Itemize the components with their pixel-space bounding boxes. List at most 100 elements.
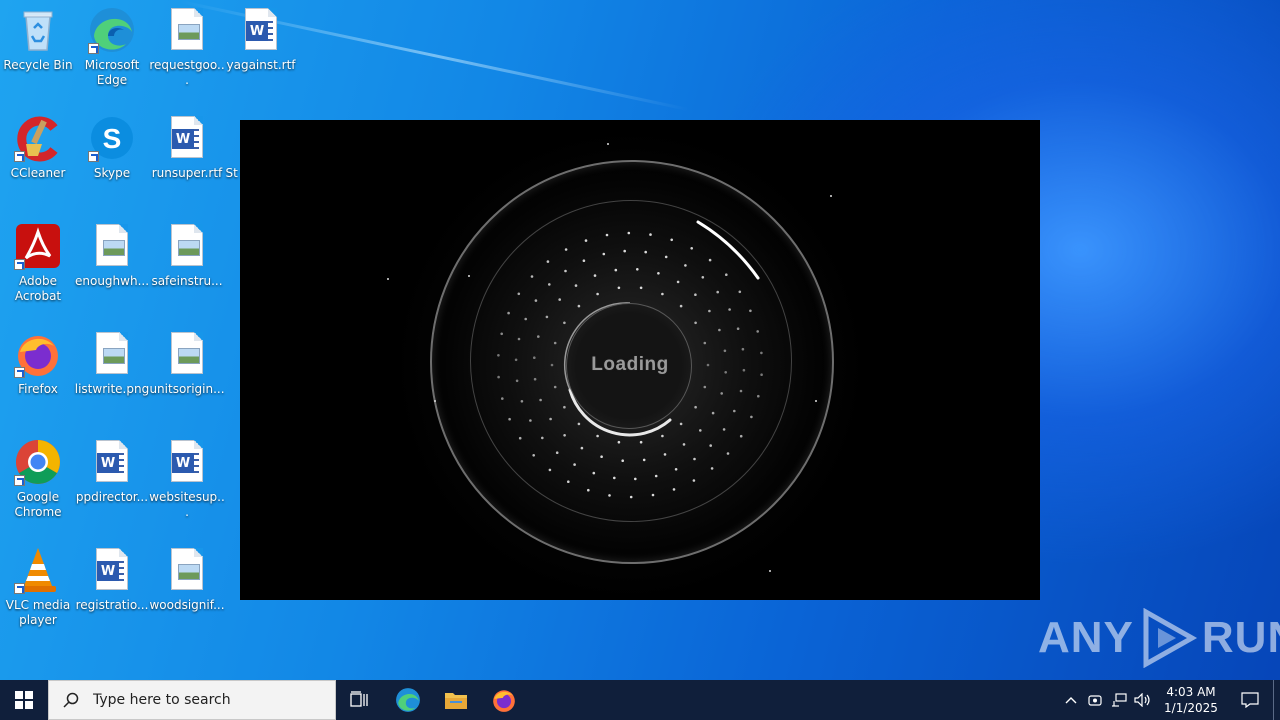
taskbar-firefox-button[interactable]: [480, 680, 528, 720]
network-button[interactable]: [1107, 693, 1131, 707]
ring-dot: [530, 275, 534, 278]
loading-video-window[interactable]: Loading: [240, 120, 1040, 600]
ring-dot: [555, 451, 559, 455]
ring-dot: [617, 286, 621, 290]
desktop-icon-label: unitsorigin...: [149, 382, 225, 396]
file-icon: [223, 114, 240, 162]
desktop-icon-google-chrome[interactable]: Google Chrome: [0, 438, 76, 520]
ring-dot: [708, 258, 712, 262]
shortcut-arrow-icon: [14, 259, 25, 270]
desktop-icon-label: yagainst.rtf: [226, 58, 296, 72]
show-desktop-button[interactable]: [1273, 680, 1280, 720]
ring-dot: [537, 335, 540, 338]
ring-dot: [614, 268, 618, 272]
task-view-icon: [350, 691, 368, 707]
desktop-icon-runsuper[interactable]: W runsuper.rtf: [149, 114, 225, 181]
desktop-icon-partial[interactable]: St: [223, 114, 240, 181]
desktop-icon-label: St: [225, 166, 238, 180]
ring-dot: [720, 392, 723, 395]
desktop-icon-skype[interactable]: S Skype: [74, 114, 150, 181]
ring-dot: [728, 308, 731, 311]
ring-dot: [596, 434, 599, 438]
star-particle: [434, 400, 436, 402]
ring-dot: [600, 455, 603, 459]
desktop-icon-websitesup[interactable]: W websitesup...: [149, 438, 225, 520]
desktop-icon-unitsorigin[interactable]: unitsorigin...: [149, 330, 225, 397]
desktop-icon-ccleaner[interactable]: CCleaner: [0, 114, 76, 181]
desktop-icon-label: requestgoo...: [149, 58, 225, 87]
ring-dot: [548, 468, 552, 472]
desktop-icon-label: Adobe Acrobat: [14, 274, 62, 303]
shortcut-arrow-icon: [14, 475, 25, 486]
desktop-icon-adobe-acrobat[interactable]: Adobe Acrobat: [0, 222, 76, 304]
ring-dot: [564, 248, 568, 251]
start-button[interactable]: [0, 680, 48, 720]
ring-dot: [501, 397, 504, 400]
search-input[interactable]: [91, 691, 325, 709]
action-center-button[interactable]: [1227, 680, 1273, 720]
notification-icon: [1241, 692, 1259, 708]
folder-icon: [445, 693, 467, 709]
ring-dot: [716, 290, 719, 294]
ring-dot: [723, 349, 727, 353]
taskbar-clock[interactable]: 4:03 AM 1/1/2025: [1155, 684, 1227, 716]
desktop-icon-label: websitesup...: [149, 490, 225, 519]
ring-dot: [508, 417, 511, 421]
network-icon: [1112, 693, 1127, 707]
desktop-icon-label: registratio...: [75, 598, 149, 612]
desktop-icon-enoughwh[interactable]: enoughwh...: [74, 222, 150, 289]
image-file-icon: [163, 222, 211, 270]
ring-dot: [634, 477, 637, 481]
desktop-icon-microsoft-edge[interactable]: Microsoft Edge: [74, 6, 150, 88]
ring-dot: [497, 375, 500, 379]
ring-dot: [693, 457, 696, 461]
ring-dot: [708, 309, 711, 313]
ring-dot: [760, 351, 763, 355]
word-document-icon: W: [163, 438, 211, 486]
desktop-icon-registratio[interactable]: W registratio...: [74, 546, 150, 613]
ring-dot: [703, 341, 707, 345]
ring-dot: [663, 453, 667, 456]
desktop-icon-ppdirector[interactable]: W ppdirector...: [74, 438, 150, 505]
volume-button[interactable]: [1131, 693, 1155, 707]
task-view-button[interactable]: [336, 680, 384, 720]
ring-dot: [710, 467, 714, 470]
ring-dot: [690, 247, 693, 250]
shortcut-arrow-icon: [88, 43, 99, 54]
clock-time: 4:03 AM: [1166, 685, 1216, 699]
anyrun-watermark: ANY RUN: [1038, 608, 1280, 668]
desktop-icon-label: listwrite.png: [74, 382, 150, 396]
desktop-icon-requestgoo[interactable]: requestgoo...: [149, 6, 225, 88]
desktop-icon-vlc[interactable]: VLC media player: [0, 546, 76, 628]
star-particle: [830, 195, 832, 197]
word-document-icon: W: [88, 438, 136, 486]
desktop-icon-woodsignif[interactable]: woodsignif...: [149, 546, 225, 613]
desktop-icon-safeinstru[interactable]: safeinstru...: [149, 222, 225, 289]
ring-dot: [592, 471, 596, 475]
ring-dot: [517, 292, 521, 296]
taskbar-search-box[interactable]: [48, 680, 336, 720]
ring-dot: [534, 299, 538, 302]
ring-dot: [661, 292, 664, 296]
ring-dot: [694, 293, 697, 296]
ring-dot: [520, 400, 524, 403]
show-hidden-icons-button[interactable]: [1059, 696, 1083, 704]
ring-dot: [706, 363, 710, 367]
ring-dot: [699, 429, 702, 432]
desktop-icon-firefox[interactable]: Firefox: [0, 330, 76, 397]
desktop-icon-recycle-bin[interactable]: Recycle Bin: [0, 6, 76, 73]
ring-dot: [553, 341, 557, 345]
ring-dot: [657, 272, 660, 275]
taskbar-edge-button[interactable]: [384, 680, 432, 720]
taskbar-file-explorer-button[interactable]: [432, 680, 480, 720]
ring-dot: [500, 332, 504, 336]
desktop-icon-label: enoughwh...: [74, 274, 150, 288]
tray-app-button[interactable]: [1083, 693, 1107, 707]
svg-text:S: S: [103, 123, 122, 154]
ring-dot: [736, 327, 740, 330]
ring-dot: [524, 317, 527, 321]
ring-dot: [760, 373, 763, 376]
desktop-icon-yagainst[interactable]: W yagainst.rtf: [223, 6, 299, 73]
firefox-icon: [14, 330, 62, 378]
desktop-icon-listwrite[interactable]: listwrite.png: [74, 330, 150, 397]
